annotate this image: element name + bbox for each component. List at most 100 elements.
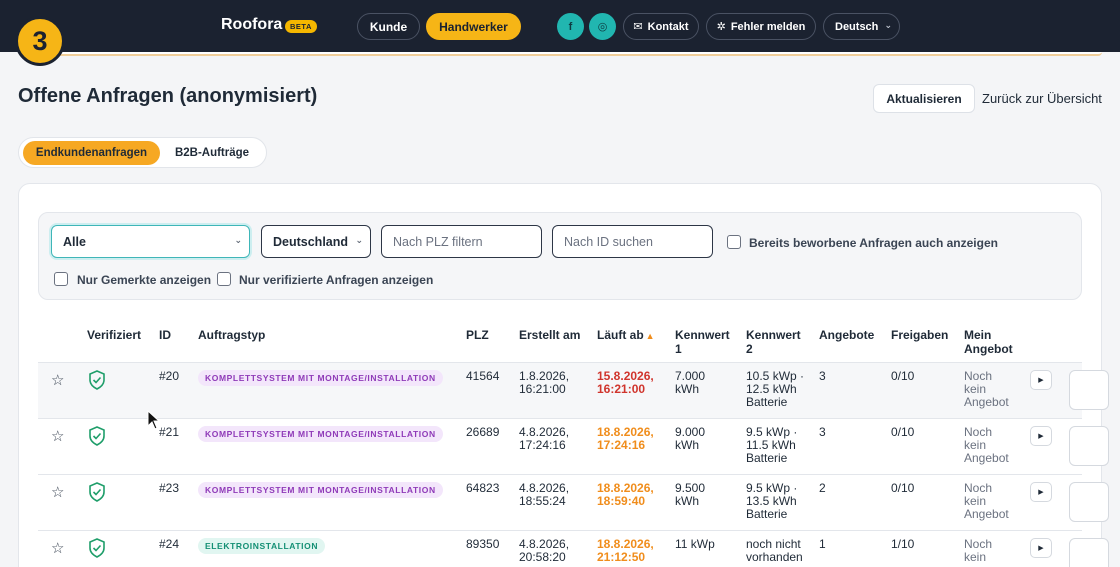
column-header-expires[interactable]: Läuft ab ▲ (597, 328, 655, 343)
id-search-input[interactable]: Nach ID suchen (552, 225, 713, 258)
row-action-button[interactable] (1069, 482, 1109, 522)
offers-count: 2 (819, 481, 826, 495)
expand-row-button[interactable]: ▶ (1030, 370, 1052, 390)
job-type-badge: KOMPLETTSYSTEM MIT MONTAGE/INSTALLATION (198, 482, 443, 498)
sort-ascending-icon: ▲ (645, 331, 655, 341)
instagram-icon[interactable]: ◎ (589, 13, 616, 40)
verified-shield-icon (89, 370, 105, 390)
column-header-type[interactable]: Auftragstyp (198, 328, 265, 342)
kennwert-1-unit: kWh (675, 382, 699, 396)
kennwert-2-line-2: vorhanden (746, 550, 803, 564)
kennwert-2-label: Kennwert (746, 328, 801, 342)
verified-shield-icon (89, 482, 105, 502)
mail-icon: ✉ (633, 21, 643, 33)
request-id[interactable]: #21 (159, 425, 179, 440)
expires-time: 17:24:16 (597, 438, 646, 452)
star-icon[interactable]: ☆ (51, 427, 64, 445)
releases-count: 0/10 (891, 425, 915, 439)
back-to-overview-link[interactable]: Zurück zur Übersicht (982, 91, 1102, 106)
column-header-offers[interactable]: Angebote (819, 328, 874, 342)
plz-filter-input[interactable]: Nach PLZ filtern (381, 225, 542, 258)
expires-label: Läuft ab (597, 328, 644, 342)
plz-value: 26689 (466, 425, 500, 439)
header-divider (50, 52, 1102, 56)
job-type-badge: KOMPLETTSYSTEM MIT MONTAGE/INSTALLATION (198, 426, 443, 442)
verified-shield-icon (89, 538, 105, 558)
my-offer-line-2: kein (964, 550, 987, 564)
verified-shield-icon (89, 426, 105, 446)
job-type-badge: KOMPLETTSYSTEM MIT MONTAGE/INSTALLATION (198, 370, 443, 386)
beta-badge: BETA (285, 20, 317, 33)
star-icon[interactable]: ☆ (51, 539, 64, 557)
column-header-created[interactable]: Erstellt am (519, 328, 580, 342)
kennwert-1-number: 1 (675, 342, 682, 356)
report-bug-button[interactable]: ✲ Fehler melden (706, 13, 816, 40)
language-label: Deutsch (835, 20, 879, 33)
releases-count: 0/10 (891, 481, 915, 495)
column-header-kennwert-1[interactable]: Kennwert 1 (675, 328, 730, 356)
nav-kunde-button[interactable]: Kunde (357, 13, 420, 40)
offers-count: 3 (819, 369, 826, 383)
column-header-id[interactable]: ID (159, 328, 171, 342)
request-id[interactable]: #23 (159, 481, 179, 496)
job-type-value: Alle (63, 234, 86, 249)
only-verified-checkbox[interactable] (217, 272, 231, 286)
column-header-verified[interactable]: Verifiziert (87, 328, 141, 342)
already-applied-checkbox[interactable] (727, 235, 741, 249)
expand-row-button[interactable]: ▶ (1030, 482, 1052, 502)
only-saved-label: Nur Gemerkte anzeigen (77, 273, 212, 287)
row-action-button[interactable] (1069, 538, 1109, 567)
mouse-cursor-icon (147, 410, 161, 430)
brand-logo[interactable]: Roofora (221, 16, 282, 34)
row-action-button[interactable] (1069, 426, 1109, 466)
country-value: Deutschland (273, 234, 349, 249)
plz-value: 89350 (466, 537, 500, 551)
chevron-down-icon: ⌄ (234, 235, 242, 245)
chevron-down-icon: ⌄ (884, 20, 892, 30)
column-header-releases[interactable]: Freigaben (891, 328, 948, 342)
column-header-my-offer[interactable]: Mein Angebot (964, 328, 1013, 356)
created-time: 20:58:20 (519, 550, 566, 564)
expand-row-button[interactable]: ▶ (1030, 426, 1052, 446)
job-type-badge: ELEKTROINSTALLATION (198, 538, 326, 554)
plz-value: 41564 (466, 369, 500, 383)
row-action-button[interactable] (1069, 370, 1109, 410)
already-applied-label: Bereits beworbene Anfragen auch anzeigen (749, 236, 998, 250)
star-icon[interactable]: ☆ (51, 371, 64, 389)
my-offer-line-3: Angebot (964, 451, 1009, 465)
facebook-icon[interactable]: f (557, 13, 584, 40)
kennwert-2-line-3: Batterie (746, 395, 788, 409)
only-verified-label: Nur verifizierte Anfragen anzeigen (239, 273, 434, 287)
column-header-kennwert-2[interactable]: Kennwert 2 (746, 328, 801, 356)
my-offer-line-3: Angebot (964, 507, 1009, 521)
offers-count: 1 (819, 537, 826, 551)
column-header-plz[interactable]: PLZ (466, 328, 489, 342)
expires-time: 21:12:50 (597, 550, 646, 564)
refresh-button[interactable]: Aktualisieren (873, 84, 975, 113)
request-id[interactable]: #20 (159, 369, 179, 384)
expand-row-button[interactable]: ▶ (1030, 538, 1052, 558)
kontakt-label: Kontakt (647, 20, 689, 33)
tab-b2b-auftraege[interactable]: B2B-Aufträge (164, 141, 260, 165)
language-select[interactable]: Deutsch ⌄ (823, 13, 900, 40)
kennwert-1-label: Kennwert (675, 328, 730, 342)
tab-endkundenanfragen[interactable]: Endkundenanfragen (23, 141, 160, 165)
request-id[interactable]: #24 (159, 537, 179, 552)
top-navigation-bar: Roofora BETA Kunde Handwerker f ◎ ✉ Kont… (0, 0, 1120, 52)
created-time: 18:55:24 (519, 494, 566, 508)
kontakt-button[interactable]: ✉ Kontakt (623, 13, 699, 40)
kennwert-1-unit: kWh (675, 438, 699, 452)
star-icon[interactable]: ☆ (51, 483, 64, 501)
step-number-badge: 3 (15, 16, 65, 66)
job-type-select[interactable]: Alle ⌄ (51, 225, 250, 258)
expires-time: 18:59:40 (597, 494, 646, 508)
bug-icon: ✲ (716, 21, 726, 33)
releases-count: 1/10 (891, 537, 915, 551)
kennwert-2-number: 2 (746, 342, 753, 356)
request-type-tabs: Endkundenanfragen B2B-Aufträge (18, 137, 267, 168)
kennwert-2-line-3: Batterie (746, 451, 788, 465)
nav-handwerker-button[interactable]: Handwerker (426, 13, 521, 40)
country-select[interactable]: Deutschland ⌄ (261, 225, 371, 258)
only-saved-checkbox[interactable] (54, 272, 68, 286)
kennwert-2-line-3: Batterie (746, 507, 788, 521)
